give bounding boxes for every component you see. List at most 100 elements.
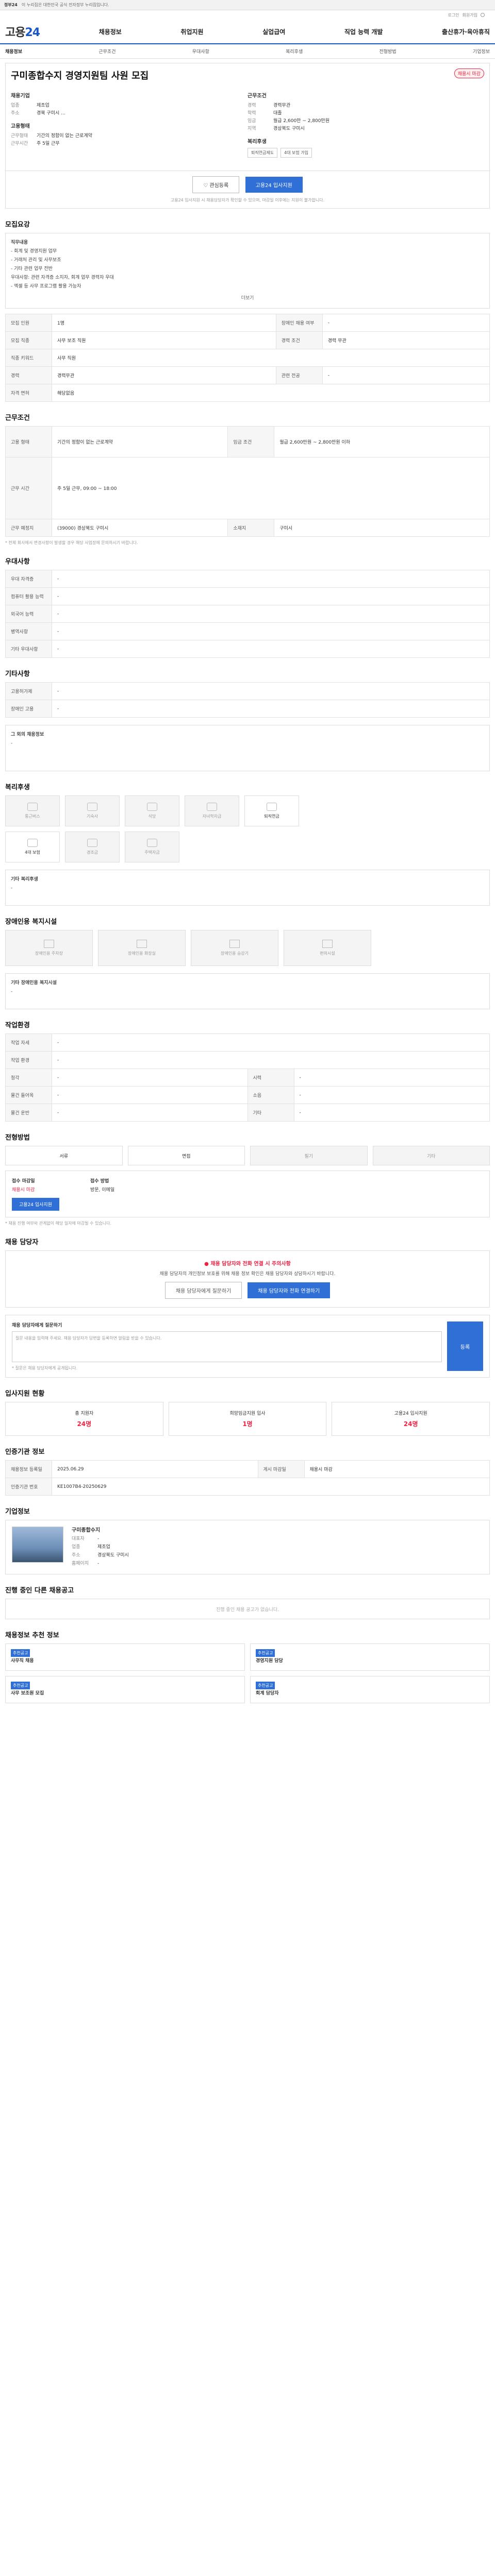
stat-card: 고용24 입사지원 24명 xyxy=(332,1402,490,1436)
method-label: 접수 방법 xyxy=(90,1179,109,1184)
apply-note: 고용24 입사지원 시 채용담당자가 확인할 수 있으며, 마감일 이후에는 지… xyxy=(170,198,325,202)
tab-welfare[interactable]: 복리후생 xyxy=(286,48,303,55)
stat-card: 희망임금지원 입사 1명 xyxy=(168,1402,327,1436)
welfare-note-value: - xyxy=(11,886,13,891)
td: (39000) 경상북도 구미시 xyxy=(51,519,228,537)
section-title-preference: 우대사항 xyxy=(5,558,30,566)
company-group-label: 채용기업 xyxy=(11,93,30,99)
td: - xyxy=(52,570,490,588)
gov-banner-notice: 이 누리집은 대한민국 공식 전자정부 누리집입니다. xyxy=(21,3,109,7)
site-logo[interactable]: 고용24 xyxy=(5,23,40,40)
th: 근무 시간 xyxy=(5,457,52,519)
th: 병역사항 xyxy=(5,622,52,640)
section-title-status: 입사지원 현황 xyxy=(5,1390,45,1398)
section-title-disabled: 장애인용 복지시설 xyxy=(5,918,57,926)
company-card: 구미종합수지 대표자 - 업종 제조업 주소 경상북도 구미시 홈페이지 - xyxy=(5,1520,490,1574)
inquiry-note: * 질문은 채용 담당자에게 공개됩니다. xyxy=(12,1366,78,1370)
recommend-list: 추천공고 사무직 채용 추천공고 경영지원 담당 추천공고 사무 보조원 모집 추천공… xyxy=(5,1643,490,1703)
ask-button[interactable]: 채용 담당자에게 질문하기 xyxy=(164,1282,242,1299)
th: 청각 xyxy=(5,1069,52,1087)
process-steps: 서류 면접 필기 기타 xyxy=(5,1146,490,1165)
stat-value: 24명 xyxy=(403,1420,418,1428)
recruit-line: - 회계 및 경영지원 업무 xyxy=(11,249,57,254)
th: 물건 들어옥 xyxy=(5,1086,52,1104)
tab-company[interactable]: 기업정보 xyxy=(473,48,490,55)
tab-process[interactable]: 전형방법 xyxy=(380,48,397,55)
nav-item-training[interactable]: 직업 능력 개발 xyxy=(344,27,383,36)
welfare-item: 퇴직연금 xyxy=(244,795,299,826)
apply-button-2[interactable]: 고용24 입사지원 xyxy=(12,1198,59,1211)
step-document: 서류 xyxy=(5,1146,123,1165)
facility-item: 장애인용 주차장 xyxy=(5,930,93,966)
td: 해당없음 xyxy=(52,384,490,402)
section-title-etc: 기타사항 xyxy=(5,670,30,678)
facility-item: 편의시설 xyxy=(284,930,371,966)
field-label: 임금 xyxy=(248,118,256,124)
recommend-tag: 추천공고 xyxy=(11,1682,30,1689)
td: - xyxy=(52,682,490,700)
th: 고용허가제 xyxy=(5,682,52,700)
nav-item-leave[interactable]: 출산휴가·육아휴직 xyxy=(442,27,490,36)
save-button[interactable]: ♡ 관심등록 xyxy=(192,176,240,193)
login-link[interactable]: 로그인 xyxy=(448,12,459,18)
section-title-recommend: 채용정보 추천 정보 xyxy=(5,1632,59,1639)
field-value: 경상북도 구미시 xyxy=(273,126,305,131)
nav-item-jobs[interactable]: 채용정보 xyxy=(99,27,122,36)
inquiry-box: 채용 담당자에게 질문하기 질문 내용을 입력해 주세요. 채용 담당자가 답변… xyxy=(5,1315,490,1378)
empty-message: 진행 중인 채용 공고가 없습니다. xyxy=(5,1599,490,1619)
stat-label: 희망임금지원 입사 xyxy=(229,1411,266,1416)
step-interview: 면접 xyxy=(127,1146,245,1165)
preference-table: 우대 자격증 - 컴퓨터 활용 능력 - 외국어 능력 - 병역사항 - 기타 우대사항… xyxy=(5,570,490,658)
recommend-card[interactable]: 추천공고 회계 담당자 xyxy=(250,1676,490,1703)
tab-recruit[interactable]: 채용정보 xyxy=(5,48,22,55)
logo-text-a: 고용 xyxy=(5,26,25,39)
th: 직종 키워드 xyxy=(5,349,52,367)
th: 컴퓨터 활용 능력 xyxy=(5,587,52,605)
recommend-title: 사무직 채용 xyxy=(11,1658,34,1664)
th: 경력 xyxy=(5,366,52,384)
conditions-table: 고용 형태 기간의 정함이 없는 근로계약 임금 조건 월급 2,600만원 ~ 2,… xyxy=(5,426,490,537)
th: 고용 형태 xyxy=(5,426,52,457)
util-bar: 로그인 회원가입 xyxy=(0,10,495,20)
section-title-auth: 인증기관 정보 xyxy=(5,1448,45,1456)
welfare-label: 주택자금 xyxy=(144,850,160,855)
field-value: 제조업 xyxy=(37,103,50,108)
tab-preference[interactable]: 우대사항 xyxy=(192,48,209,55)
welfare-item: 통근버스 xyxy=(5,795,60,826)
recommend-card[interactable]: 추천공고 사무직 채용 xyxy=(5,1643,245,1671)
call-button[interactable]: 채용 담당자와 전화 연결하기 xyxy=(248,1282,331,1298)
th: 외국어 능력 xyxy=(5,605,52,623)
nav-item-benefit[interactable]: 실업급여 xyxy=(262,27,285,36)
td: 사무 보조 직원 xyxy=(52,331,276,349)
recommend-card[interactable]: 추천공고 경영지원 담당 xyxy=(250,1643,490,1671)
welfare-note-title: 기타 복리후생 xyxy=(11,877,38,882)
inquiry-textarea[interactable]: 질문 내용을 입력해 주세요. 채용 담당자가 답변을 등록하면 알림을 받을 … xyxy=(12,1331,442,1362)
gift-icon xyxy=(87,839,97,847)
recruit-line: - 엑셀 등 사무 프로그램 활용 가능자 xyxy=(11,284,81,289)
stat-value: 24명 xyxy=(77,1420,92,1428)
facility-label: 장애인용 주차장 xyxy=(35,951,63,956)
inquiry-submit-button[interactable]: 등록 xyxy=(447,1321,483,1371)
facility-item: 장애인용 승강기 xyxy=(191,930,278,966)
deadline-label: 접수 마감일 xyxy=(12,1179,35,1184)
nav-item-support[interactable]: 취업지원 xyxy=(180,27,203,36)
field-label: 학력 xyxy=(248,111,256,116)
td: 구미시 xyxy=(274,519,490,537)
td: - xyxy=(52,587,490,605)
join-link[interactable]: 회원가입 xyxy=(463,12,477,18)
more-button[interactable]: 더보기 xyxy=(11,294,484,303)
td: 월급 2,600만원 ~ 2,800만원 이하 xyxy=(274,426,490,457)
recommend-tag: 추천공고 xyxy=(256,1682,275,1689)
search-icon[interactable] xyxy=(481,13,485,17)
td: - xyxy=(52,1086,248,1104)
recommend-card[interactable]: 추천공고 사무 보조원 모집 xyxy=(5,1676,245,1703)
th: 모집 인원 xyxy=(5,314,52,332)
section-title-other-jobs: 진행 중인 다른 채용공고 xyxy=(5,1587,74,1595)
environment-table: 작업 자세 - 작업 환경 - 청각 - 시력 - 물건 들어옥 - 소음 - 물건 운반 - 기타… xyxy=(5,1033,490,1122)
insurance-icon xyxy=(27,839,38,847)
tab-conditions[interactable]: 근무조건 xyxy=(98,48,116,55)
welfare-label: 경조금 xyxy=(86,850,98,855)
other-info-value: - xyxy=(11,741,13,746)
td: - xyxy=(293,1104,490,1122)
apply-button[interactable]: 고용24 입사지원 xyxy=(245,177,303,193)
